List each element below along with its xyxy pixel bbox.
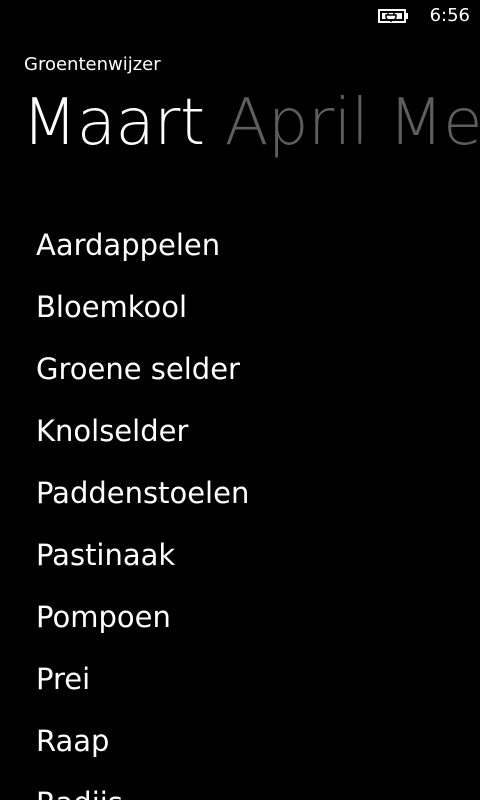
list-item-pastinaak[interactable]: Pastinaak — [36, 524, 456, 586]
list-item-groene-selder[interactable]: Groene selder — [36, 338, 456, 400]
app-title: Groentenwijzer — [24, 54, 161, 75]
list-item-prei[interactable]: Prei — [36, 648, 456, 710]
list-item-knolselder[interactable]: Knolselder — [36, 400, 456, 462]
status-bar: 6:56 — [0, 0, 480, 32]
list-item-pompoen[interactable]: Pompoen — [36, 586, 456, 648]
list-item-radijs[interactable]: Radijs — [36, 772, 456, 800]
status-clock: 6:56 — [429, 5, 470, 26]
vegetable-list: Aardappelen Bloemkool Groene selder Knol… — [36, 214, 456, 800]
list-item-raap[interactable]: Raap — [36, 710, 456, 772]
list-item-paddenstoelen[interactable]: Paddenstoelen — [36, 462, 456, 524]
pivot-header-april[interactable]: April — [225, 82, 369, 164]
battery-charging-icon — [378, 9, 408, 23]
pivot-header-maart[interactable]: Maart — [22, 82, 205, 164]
pivot-headers: MaartAprilMei — [22, 82, 480, 168]
list-item-bloemkool[interactable]: Bloemkool — [36, 276, 456, 338]
list-item-aardappelen[interactable]: Aardappelen — [36, 214, 456, 276]
pivot-header-mei[interactable]: Mei — [388, 82, 480, 164]
